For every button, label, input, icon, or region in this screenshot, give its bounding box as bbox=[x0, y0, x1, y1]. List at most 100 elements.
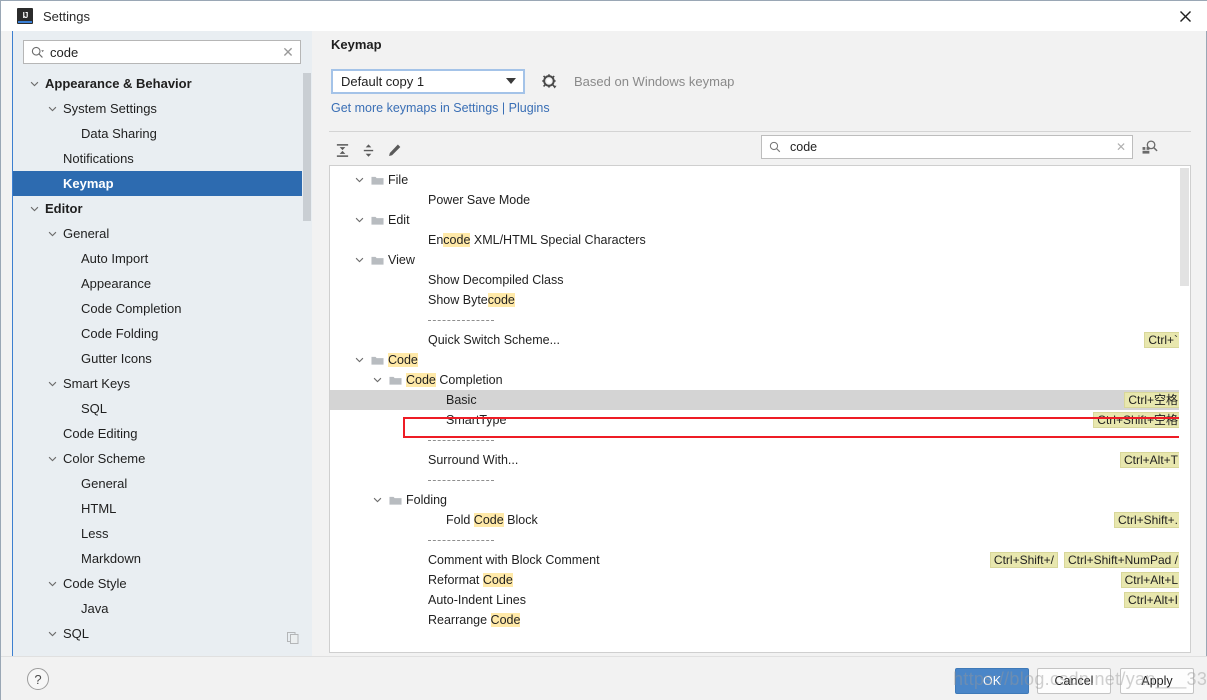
keymap-action-row[interactable]: Encode XML/HTML Special Characters bbox=[330, 230, 1190, 250]
find-by-shortcut-icon[interactable] bbox=[1139, 137, 1161, 157]
sidebar-item-editor[interactable]: Editor bbox=[13, 196, 312, 221]
chevron-down-icon[interactable] bbox=[45, 221, 59, 246]
keymap-action-row[interactable]: Auto-Indent LinesCtrl+Alt+I bbox=[330, 590, 1190, 610]
sidebar-item-notifications[interactable]: Notifications bbox=[13, 146, 312, 171]
sidebar-item-html[interactable]: HTML bbox=[13, 496, 312, 521]
sidebar-item-sql[interactable]: SQL bbox=[13, 396, 312, 421]
sidebar-item-system-settings[interactable]: System Settings bbox=[13, 96, 312, 121]
search-highlight: code bbox=[488, 293, 515, 307]
chevron-down-icon[interactable] bbox=[370, 490, 384, 510]
keymap-action-label: SmartType bbox=[446, 410, 506, 430]
keymap-action-row[interactable]: Show Bytecode bbox=[330, 290, 1190, 310]
settings-search-input[interactable] bbox=[50, 45, 276, 60]
search-highlight: Code bbox=[388, 353, 418, 367]
sidebar-item-java[interactable]: Java bbox=[13, 596, 312, 621]
ok-button[interactable]: OK bbox=[955, 668, 1029, 694]
shortcut-badge: Ctrl+Alt+I bbox=[1124, 592, 1182, 608]
cancel-button[interactable]: Cancel bbox=[1037, 668, 1111, 694]
separator-line bbox=[428, 320, 494, 321]
expand-all-icon[interactable] bbox=[329, 138, 355, 162]
keymap-group-row[interactable]: Edit bbox=[330, 210, 1190, 230]
title-bar: Settings bbox=[1, 1, 1207, 31]
sidebar-item-less[interactable]: Less bbox=[13, 521, 312, 546]
keymap-group-row[interactable]: Code bbox=[330, 350, 1190, 370]
sidebar-item-label: Keymap bbox=[63, 171, 114, 196]
chevron-down-icon[interactable] bbox=[352, 250, 366, 270]
keymap-scrollbar[interactable] bbox=[1179, 166, 1190, 652]
chevron-down-icon[interactable] bbox=[27, 71, 41, 96]
keymap-scrollbar-thumb[interactable] bbox=[1180, 168, 1189, 286]
sidebar-item-label: Code Editing bbox=[63, 421, 137, 446]
keymap-group-row[interactable]: Folding bbox=[330, 490, 1190, 510]
chevron-down-icon[interactable] bbox=[45, 571, 59, 596]
sidebar-item-smart-keys[interactable]: Smart Keys bbox=[13, 371, 312, 396]
apply-button-label: Apply bbox=[1141, 674, 1172, 688]
keymap-action-row[interactable]: Fold Code BlockCtrl+Shift+. bbox=[330, 510, 1190, 530]
copy-icon bbox=[287, 627, 299, 639]
keymap-group-row[interactable]: File bbox=[330, 170, 1190, 190]
chevron-down-icon[interactable] bbox=[352, 210, 366, 230]
sidebar-scrollbar[interactable] bbox=[302, 71, 312, 656]
sidebar-item-code-editing[interactable]: Code Editing bbox=[13, 421, 312, 446]
keymap-action-row[interactable]: Comment with Block CommentCtrl+Shift+/Ct… bbox=[330, 550, 1190, 570]
sidebar-item-code-completion[interactable]: Code Completion bbox=[13, 296, 312, 321]
sidebar-item-gutter-icons[interactable]: Gutter Icons bbox=[13, 346, 312, 371]
search-highlight: code bbox=[443, 233, 470, 247]
keymap-action-row[interactable]: Surround With...Ctrl+Alt+T bbox=[330, 450, 1190, 470]
apply-button[interactable]: Apply bbox=[1120, 668, 1194, 694]
gear-icon[interactable] bbox=[539, 71, 559, 91]
keymap-actions-tree[interactable]: FilePower Save ModeEditEncode XML/HTML S… bbox=[329, 165, 1191, 653]
shortcut-badge: Ctrl+Shift+NumPad / bbox=[1064, 552, 1182, 568]
sidebar-item-auto-import[interactable]: Auto Import bbox=[13, 246, 312, 271]
chevron-down-icon[interactable] bbox=[45, 621, 59, 646]
keymap-action-row[interactable]: BasicCtrl+空格 bbox=[330, 390, 1190, 410]
keymap-group-label: Folding bbox=[406, 490, 447, 510]
keymap-action-label: Reformat Code bbox=[428, 570, 513, 590]
sidebar-item-code-style[interactable]: Code Style bbox=[13, 571, 312, 596]
shortcut-badge: Ctrl+` bbox=[1144, 332, 1182, 348]
collapse-all-icon[interactable] bbox=[355, 138, 381, 162]
sidebar-item-general[interactable]: General bbox=[13, 471, 312, 496]
keymap-action-row[interactable]: Reformat CodeCtrl+Alt+L bbox=[330, 570, 1190, 590]
close-icon[interactable] bbox=[1162, 1, 1207, 31]
folder-icon bbox=[370, 210, 384, 230]
get-more-keymaps-link[interactable]: Get more keymaps in Settings | Plugins bbox=[331, 101, 550, 115]
sidebar-item-appearance[interactable]: Appearance bbox=[13, 271, 312, 296]
keymap-action-row[interactable]: Quick Switch Scheme...Ctrl+` bbox=[330, 330, 1190, 350]
keymap-scheme-select[interactable]: Default copy 1 bbox=[331, 69, 525, 94]
keymap-search-input[interactable] bbox=[788, 139, 1110, 155]
clear-icon[interactable]: ✕ bbox=[276, 41, 300, 63]
sidebar-item-label: Appearance bbox=[81, 271, 151, 296]
separator-line bbox=[428, 480, 494, 481]
sidebar-item-keymap[interactable]: Keymap bbox=[13, 171, 312, 196]
chevron-down-icon[interactable] bbox=[45, 446, 59, 471]
chevron-down-icon[interactable] bbox=[45, 96, 59, 121]
chevron-down-icon[interactable] bbox=[352, 170, 366, 190]
keymap-action-row[interactable]: Rearrange Code bbox=[330, 610, 1190, 630]
pencil-icon[interactable] bbox=[381, 138, 407, 162]
keymap-action-row[interactable]: SmartTypeCtrl+Shift+空格 bbox=[330, 410, 1190, 430]
settings-category-tree[interactable]: Appearance & BehaviorSystem SettingsData… bbox=[13, 71, 312, 656]
keymap-action-row[interactable]: Power Save Mode bbox=[330, 190, 1190, 210]
help-button[interactable]: ? bbox=[27, 668, 49, 690]
sidebar-item-markdown[interactable]: Markdown bbox=[13, 546, 312, 571]
keymap-search-box[interactable]: ✕ bbox=[761, 135, 1133, 159]
sidebar-item-color-scheme[interactable]: Color Scheme bbox=[13, 446, 312, 471]
keymap-action-row[interactable]: Show Decompiled Class bbox=[330, 270, 1190, 290]
chevron-down-icon[interactable] bbox=[27, 196, 41, 221]
clear-icon[interactable]: ✕ bbox=[1110, 140, 1132, 154]
chevron-down-icon[interactable] bbox=[352, 350, 366, 370]
keymap-group-row[interactable]: Code Completion bbox=[330, 370, 1190, 390]
dialog-footer: ? OK Cancel Apply bbox=[1, 656, 1207, 700]
sidebar-item-general[interactable]: General bbox=[13, 221, 312, 246]
settings-search-box[interactable]: ✕ bbox=[23, 40, 301, 64]
sidebar-item-sql[interactable]: SQL bbox=[13, 621, 312, 646]
sidebar-item-label: SQL bbox=[63, 621, 89, 646]
sidebar-item-appearance-behavior[interactable]: Appearance & Behavior bbox=[13, 71, 312, 96]
sidebar-item-data-sharing[interactable]: Data Sharing bbox=[13, 121, 312, 146]
chevron-down-icon[interactable] bbox=[370, 370, 384, 390]
sidebar-scrollbar-thumb[interactable] bbox=[303, 73, 311, 221]
sidebar-item-code-folding[interactable]: Code Folding bbox=[13, 321, 312, 346]
chevron-down-icon[interactable] bbox=[45, 371, 59, 396]
keymap-group-row[interactable]: View bbox=[330, 250, 1190, 270]
